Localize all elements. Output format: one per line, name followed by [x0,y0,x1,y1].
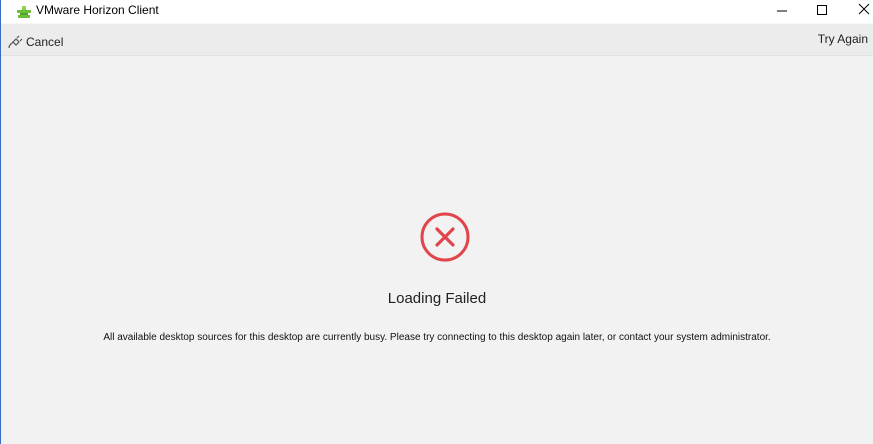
cancel-label: Cancel [26,35,64,49]
main-content: Loading Failed All available desktop sou… [1,57,873,444]
minimize-button[interactable] [759,0,805,18]
disconnect-plug-icon [8,35,23,49]
title-bar[interactable]: VMware Horizon Client [1,0,873,24]
close-icon [858,3,870,15]
horizon-app-icon [17,6,31,18]
cancel-button[interactable]: Cancel [7,30,63,54]
minimize-icon [777,10,787,12]
toolbar: Cancel Try Again [1,24,873,56]
try-again-button[interactable]: Try Again [818,32,868,46]
status-message: All available desktop sources for this d… [103,332,771,343]
close-button[interactable] [839,0,873,18]
horizon-client-window: VMware Horizon Client Cancel Try Again L… [0,0,873,444]
status-heading: Loading Failed [387,290,487,307]
error-x-circle-icon [420,212,470,262]
window-title: VMware Horizon Client [36,3,159,17]
